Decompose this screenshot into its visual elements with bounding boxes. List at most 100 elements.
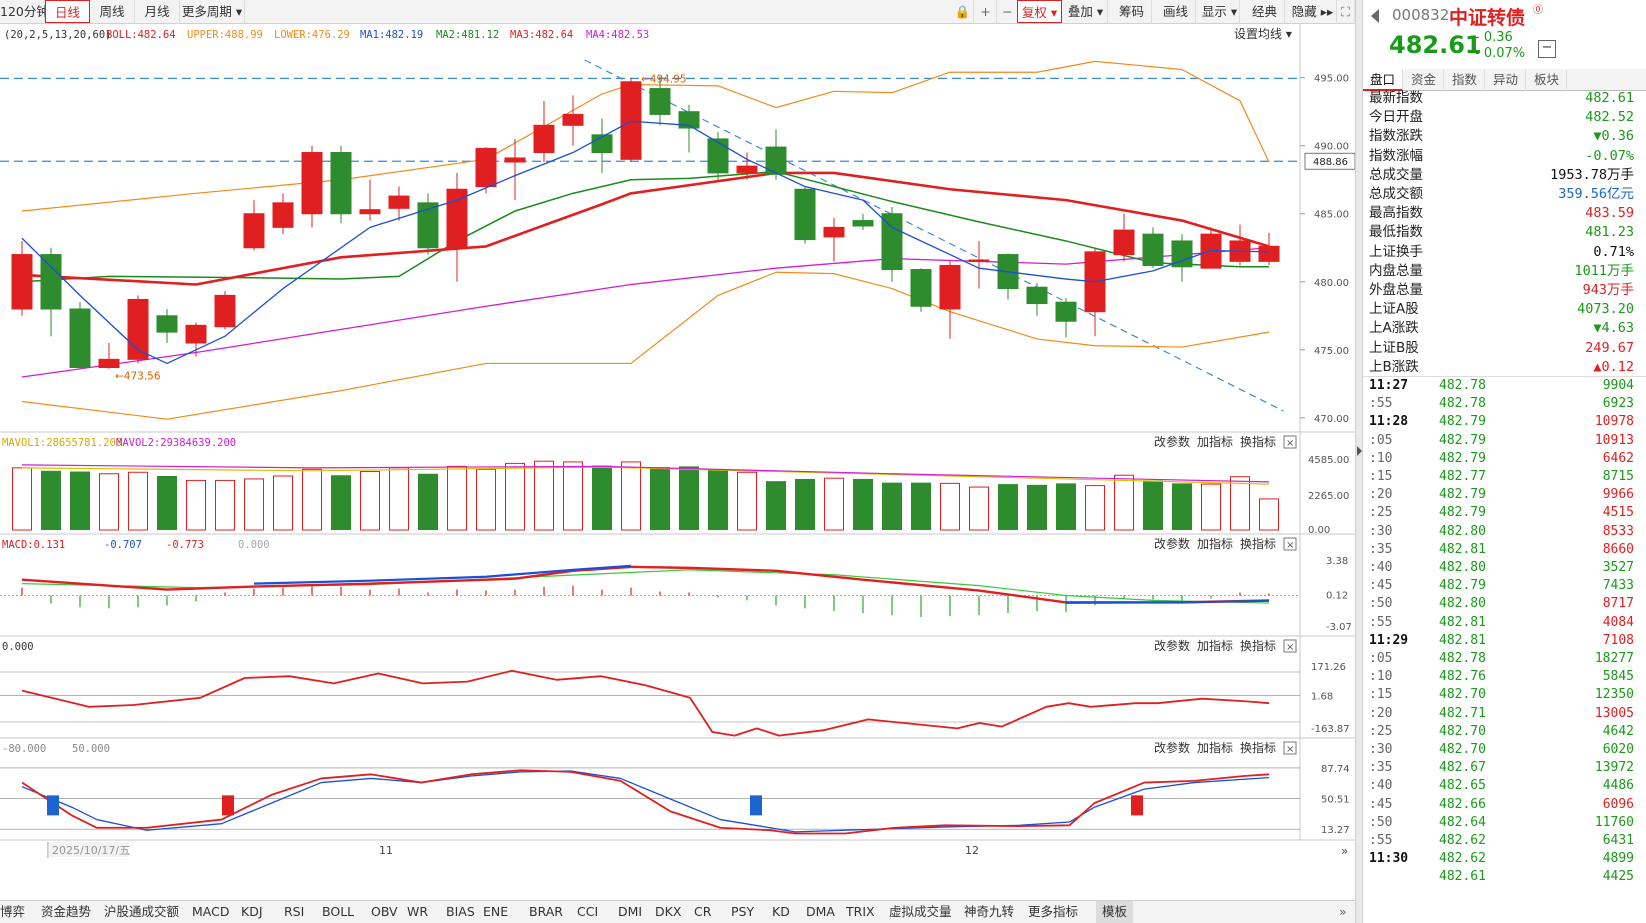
indicator-tab[interactable]: 博弈 bbox=[0, 901, 25, 923]
toolbar-button[interactable]: 叠加 ▾ bbox=[1064, 0, 1108, 24]
indicator-tab[interactable]: WR bbox=[407, 901, 428, 923]
panel-button[interactable]: 加指标 bbox=[1197, 740, 1233, 755]
volume-bar-down bbox=[853, 478, 873, 530]
candle-down bbox=[881, 213, 903, 271]
next-page-icon[interactable]: » bbox=[1339, 901, 1347, 923]
indicator-tab[interactable]: ENE bbox=[483, 901, 508, 923]
indicator-tab[interactable]: BRAR bbox=[529, 901, 563, 923]
candle-down bbox=[707, 138, 729, 174]
toolbar-button[interactable]: 显示 ▾ bbox=[1200, 0, 1240, 24]
tick-price: 482.64 bbox=[1439, 814, 1486, 830]
minus-icon[interactable]: − bbox=[997, 0, 1019, 24]
tick-volume: 12350 bbox=[1594, 687, 1634, 703]
volume-bar-up bbox=[12, 467, 32, 531]
indicator-tab[interactable]: OBV bbox=[371, 901, 398, 923]
panel-button[interactable]: 加指标 bbox=[1197, 536, 1233, 551]
panel-button[interactable]: 换指标 bbox=[1240, 740, 1276, 755]
tick-price: 482.66 bbox=[1439, 796, 1486, 812]
tick-price: 482.81 bbox=[1439, 614, 1486, 630]
stat-row: 上B涨跌 ▲0.12 bbox=[1363, 357, 1646, 377]
kdj-signal-marker bbox=[1131, 795, 1143, 816]
volume-bar-down bbox=[911, 482, 931, 530]
toolbar-button[interactable]: 筹码 bbox=[1112, 0, 1152, 24]
period-tab[interactable]: 更多周期 ▾ bbox=[180, 0, 245, 24]
indicator-tab[interactable]: DKX bbox=[655, 901, 681, 923]
panel-button[interactable]: 改参数 bbox=[1154, 536, 1190, 551]
indicator-tab[interactable]: 虚拟成交量 bbox=[889, 901, 952, 923]
indicator-tab[interactable]: MACD bbox=[192, 901, 229, 923]
tick-time: :10 bbox=[1369, 669, 1393, 685]
indicator-tab[interactable]: DMI bbox=[618, 901, 642, 923]
indicator-tab[interactable]: 神奇九转 bbox=[964, 901, 1014, 923]
tick-price: 482.67 bbox=[1439, 760, 1486, 776]
volume-bar-up bbox=[563, 461, 583, 531]
stat-label: 总成交额 bbox=[1369, 186, 1423, 202]
tick-row: 11:30 482.62 4899 bbox=[1363, 849, 1646, 868]
indicator-tab[interactable]: 沪股通成交额 bbox=[104, 901, 179, 923]
indicator-tab[interactable]: PSY bbox=[731, 901, 754, 923]
tick-time: 11:27 bbox=[1369, 378, 1409, 393]
period-tab[interactable]: 日线 bbox=[45, 0, 90, 23]
fullscreen-icon[interactable]: ⛶ bbox=[1337, 0, 1355, 24]
tick-time: :10 bbox=[1369, 450, 1393, 466]
panel-button[interactable]: 换指标 bbox=[1240, 638, 1276, 653]
panel-divider[interactable] bbox=[1355, 0, 1363, 923]
indicator-tabs: 博弈 资金趋势 沪股通成交额 MACD KDJ RSI BOLL OBV WR BIAS ENE BR… bbox=[0, 900, 1355, 923]
tick-price: 482.79 bbox=[1439, 487, 1486, 503]
volume-bar-up bbox=[476, 468, 496, 531]
indicator-tab[interactable]: DMA bbox=[806, 901, 835, 923]
candle-up bbox=[388, 195, 410, 209]
indicator-tab[interactable]: RSI bbox=[284, 901, 304, 923]
panel-button[interactable]: 改参数 bbox=[1154, 638, 1190, 653]
indicator-tab[interactable]: CR bbox=[694, 901, 711, 923]
candle-up bbox=[475, 147, 497, 188]
panel-button[interactable]: 加指标 bbox=[1197, 638, 1233, 653]
panel-close-glyph: × bbox=[1286, 540, 1294, 551]
tick-volume: 6462 bbox=[1602, 450, 1634, 466]
tick-price: 482.65 bbox=[1439, 778, 1486, 794]
indicator-tab[interactable]: BOLL bbox=[322, 901, 354, 923]
period-tab[interactable]: 月线 bbox=[135, 0, 180, 24]
tick-price: 482.79 bbox=[1439, 505, 1486, 521]
collapse-arrow-icon[interactable] bbox=[1357, 446, 1362, 456]
panel-button[interactable]: 加指标 bbox=[1197, 434, 1233, 449]
indicator-tab[interactable]: KD bbox=[772, 901, 790, 923]
indicator-tab[interactable]: TRIX bbox=[846, 901, 875, 923]
tick-row: :10 482.76 5845 bbox=[1363, 667, 1646, 686]
lock-icon[interactable]: 🔒 bbox=[952, 0, 974, 24]
volume-bar-up bbox=[99, 473, 119, 531]
indicator-tab[interactable]: 模板 bbox=[1096, 901, 1134, 923]
tick-time: :40 bbox=[1369, 778, 1393, 794]
indicator-tab[interactable]: 更多指标 bbox=[1028, 901, 1078, 923]
indicator-tab[interactable]: KDJ bbox=[241, 901, 263, 923]
info-icon[interactable]: ⓪ bbox=[1533, 1, 1543, 16]
tick-volume: 6923 bbox=[1602, 396, 1634, 412]
indicator-tab[interactable]: CCI bbox=[577, 901, 598, 923]
volume-bar-down bbox=[1056, 483, 1076, 530]
toolbar-button[interactable]: 复权 ▾ bbox=[1017, 0, 1062, 23]
period-tab[interactable]: 120分钟 bbox=[0, 0, 49, 24]
period-tab[interactable]: 周线 bbox=[90, 0, 135, 24]
panel-button[interactable]: 换指标 bbox=[1240, 434, 1276, 449]
panel-button[interactable]: 改参数 bbox=[1154, 740, 1190, 755]
tick-volume: 13005 bbox=[1594, 705, 1634, 721]
panel-button[interactable]: 改参数 bbox=[1154, 434, 1190, 449]
collapse-button[interactable]: − bbox=[1538, 40, 1556, 58]
stat-value: ▼0.36 bbox=[1593, 128, 1634, 145]
prev-arrow-icon[interactable] bbox=[1371, 9, 1379, 23]
candle-down bbox=[649, 88, 671, 115]
tick-row: 11:27 482.78 9904 bbox=[1363, 376, 1646, 395]
kline-chart[interactable]: (20,2,5,13,20,60)BOLL:482.64 UPPER:488.99… bbox=[0, 24, 1355, 900]
toolbar-button[interactable]: 隐藏 ▸▸ bbox=[1289, 0, 1337, 24]
toolbar-button[interactable]: 画线 bbox=[1156, 0, 1196, 24]
ma-settings-button[interactable]: 设置均线 ▾ bbox=[1234, 27, 1292, 41]
indicator-tab[interactable]: BIAS bbox=[446, 901, 475, 923]
toolbar-button[interactable]: 经典 bbox=[1245, 0, 1285, 24]
tick-row: :40 482.80 3527 bbox=[1363, 558, 1646, 577]
panel-button[interactable]: 换指标 bbox=[1240, 536, 1276, 551]
tick-row: 482.61 4425 bbox=[1363, 867, 1646, 886]
tick-row: :55 482.62 6431 bbox=[1363, 831, 1646, 850]
indicator-legend: 0.000 bbox=[238, 539, 270, 551]
indicator-tab[interactable]: 资金趋势 bbox=[41, 901, 91, 923]
plus-icon[interactable]: + bbox=[975, 0, 997, 24]
